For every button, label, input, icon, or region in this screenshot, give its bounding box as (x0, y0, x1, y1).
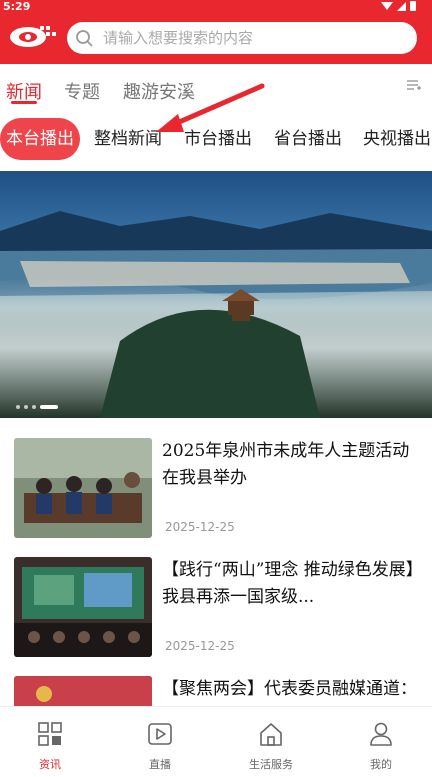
bottom-nav: 资讯 直播 生活服务 我的 (0, 706, 432, 777)
search-icon (76, 30, 93, 47)
app-screen: 5:29 请输入想要搜索的内容 新闻 专题 趣游安溪 本台播出 整档新闻 市台播… (0, 0, 432, 777)
news-item[interactable]: 【践行“两山”理念 推动绿色发展】我县再添一国家级... 2025-12-25 (14, 557, 418, 657)
news-thumbnail (14, 557, 152, 657)
app-header: 5:29 请输入想要搜索的内容 (0, 0, 432, 64)
banner-dot-active[interactable] (40, 405, 58, 409)
nav-news[interactable]: 资讯 (10, 721, 90, 772)
nav-label: 我的 (370, 758, 392, 771)
subtab-province-broadcast[interactable]: 省台播出 (274, 118, 342, 160)
subtab-local-broadcast[interactable]: 本台播出 (0, 118, 80, 160)
banner-image[interactable] (0, 171, 432, 418)
news-thumbnail (14, 438, 152, 538)
news-title: 2025年泉州市未成年人主题活动在我县举办 (162, 441, 410, 488)
signal-icon (397, 1, 406, 11)
home-icon (260, 723, 282, 746)
status-icons (381, 1, 416, 11)
app-logo (10, 26, 56, 47)
search-bar[interactable]: 请输入想要搜索的内容 (67, 22, 417, 54)
news-title: 【践行“两山”理念 推动绿色发展】我县再添一国家级... (162, 560, 415, 607)
status-time: 5:29 (3, 0, 31, 13)
subtab-cctv-broadcast[interactable]: 央视播出 (363, 118, 431, 160)
nav-life-services[interactable]: 生活服务 (231, 721, 311, 772)
tab-topics[interactable]: 专题 (64, 78, 100, 104)
banner-pagination (16, 405, 58, 409)
nav-live[interactable]: 直播 (120, 721, 200, 772)
news-date: 2025-12-25 (165, 520, 235, 534)
wifi-icon (381, 2, 393, 10)
nav-label: 直播 (149, 758, 171, 771)
active-tab-indicator (11, 101, 37, 104)
news-date: 2025-12-25 (165, 639, 235, 653)
grid-icon (38, 722, 62, 746)
news-item[interactable]: 2025年泉州市未成年人主题活动在我县举办 2025-12-25 (14, 438, 418, 538)
banner-dot[interactable] (16, 405, 20, 409)
status-bar: 5:29 (0, 0, 432, 14)
nav-mine[interactable]: 我的 (341, 721, 421, 772)
battery-icon (410, 1, 416, 11)
banner-dot[interactable] (24, 405, 28, 409)
nav-label: 生活服务 (249, 758, 293, 771)
user-icon (370, 722, 392, 746)
play-icon (148, 723, 172, 745)
search-placeholder: 请输入想要搜索的内容 (103, 29, 254, 47)
nav-label: 资讯 (39, 758, 61, 771)
banner-dot[interactable] (32, 405, 36, 409)
channel-menu-icon[interactable] (406, 78, 422, 94)
annotation-arrow-icon (156, 83, 265, 132)
